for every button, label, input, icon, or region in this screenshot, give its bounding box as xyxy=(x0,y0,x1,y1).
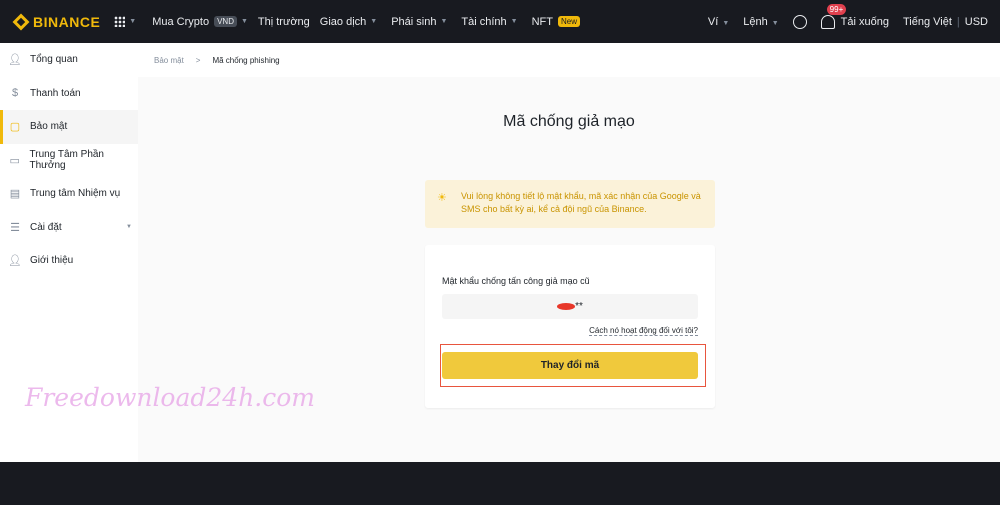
chevron-down-icon: ▼ xyxy=(240,18,248,25)
sidebar-label: Tổng quan xyxy=(30,54,78,66)
sidebar-label: Cài đặt xyxy=(30,221,62,233)
chevron-down-icon: ▼ xyxy=(722,19,730,27)
sidebar-item-referral[interactable]: 👤︎ Giới thiệu xyxy=(0,244,138,278)
redaction-mark xyxy=(557,302,576,310)
nav-label: Phái sinh xyxy=(391,15,437,28)
watermark: Freedownload24h.com xyxy=(25,383,316,412)
field-value: ** xyxy=(575,301,583,312)
download-link[interactable]: Tải xuống xyxy=(841,16,889,28)
sidebar-label: Trung Tâm Phần Thưởng xyxy=(29,149,104,172)
nav-trade[interactable]: Giao dịch ▼ xyxy=(320,16,377,28)
breadcrumb: Bảo mật > Mã chống phishing xyxy=(138,43,1000,77)
nav-nft[interactable]: NFT New xyxy=(532,16,580,28)
chevron-down-icon: ▼ xyxy=(440,18,448,25)
orders-label: Lệnh xyxy=(743,15,768,28)
breadcrumb-parent[interactable]: Bảo mật xyxy=(154,56,184,65)
divider: | xyxy=(956,15,960,28)
nav-label: Giao dịch xyxy=(319,15,367,28)
add-user-icon: 👤︎ xyxy=(8,255,22,268)
chevron-down-icon: ▼ xyxy=(129,18,137,25)
old-code-field: ** xyxy=(442,294,698,319)
chevron-down-icon: ▼ xyxy=(510,18,518,25)
breadcrumb-current: Mã chống phishing xyxy=(212,55,280,65)
dollar-icon: $ xyxy=(11,87,19,100)
user-icon: 👤︎ xyxy=(8,54,22,67)
chevron-down-icon: ▼ xyxy=(126,224,132,231)
sidebar-item-payment[interactable]: $ Thanh toán xyxy=(0,77,138,111)
currency-label: USD xyxy=(964,15,988,28)
ticket-icon: ▭ xyxy=(9,154,20,167)
wallet-label: Ví xyxy=(707,15,719,28)
binance-logo[interactable]: BINANCE xyxy=(12,13,101,30)
sidebar-item-security[interactable]: ▢ Bảo mật xyxy=(0,110,138,144)
sliders-icon: ☰ xyxy=(10,221,20,234)
apps-grid-icon[interactable] xyxy=(114,16,126,27)
nav-label: Tài chính xyxy=(461,15,507,28)
chevron-down-icon: ▼ xyxy=(370,18,378,25)
orders-menu[interactable]: Lệnh ▼ xyxy=(743,16,778,28)
sidebar-item-rewards[interactable]: ▭ Trung Tâm Phần Thưởng xyxy=(0,144,138,178)
binance-logo-icon xyxy=(12,13,30,30)
logo-text: BINANCE xyxy=(33,13,101,30)
nav-label: Thị trường xyxy=(257,15,310,28)
nav-label: Mua Crypto xyxy=(152,15,210,28)
notification-count: 99+ xyxy=(826,3,847,15)
lightbulb-icon: ☀ xyxy=(437,192,447,204)
sidebar-label: Giới thiệu xyxy=(30,255,74,267)
chevron-right-icon: > xyxy=(195,55,201,65)
clipboard-icon: ▤ xyxy=(9,188,21,201)
sidebar-item-tasks[interactable]: ▤ Trung tâm Nhiệm vụ xyxy=(0,177,138,211)
sidebar-label: Trung tâm Nhiệm vụ xyxy=(30,188,121,200)
bell-icon[interactable]: 99+ xyxy=(820,3,847,29)
change-code-button[interactable]: Thay đổi mã xyxy=(442,352,698,379)
page-title: Mã chống giả mạo xyxy=(503,113,635,130)
chevron-down-icon: ▼ xyxy=(771,19,779,27)
nav-derivatives[interactable]: Phái sinh ▼ xyxy=(391,16,447,28)
phishing-code-card: Mật khẩu chống tấn công giả mạo cũ ** Cá… xyxy=(425,245,715,408)
language-currency[interactable]: Tiếng Việt | USD xyxy=(903,16,988,28)
nav-finance[interactable]: Tài chính ▼ xyxy=(461,16,517,28)
sidebar-item-settings[interactable]: ☰ Cài đặt ▼ xyxy=(0,211,138,245)
nav-buy-crypto[interactable]: Mua Crypto VND ▼ xyxy=(152,16,248,28)
shield-icon: ▢ xyxy=(9,121,21,134)
sidebar-label: Thanh toán xyxy=(30,87,81,99)
warning-banner: ☀ Vui lòng không tiết lộ mật khẩu, mã xác… xyxy=(425,180,715,228)
new-badge: New xyxy=(557,16,580,27)
account-icon[interactable] xyxy=(792,14,807,29)
nav-label: NFT xyxy=(531,15,553,28)
field-label: Mật khẩu chống tấn công giả mạo cũ xyxy=(442,276,590,286)
warning-text: Vui lòng không tiết lộ mật khẩu, mã xác … xyxy=(461,191,701,214)
sidebar-label: Bảo mật xyxy=(30,121,68,133)
currency-badge: VND xyxy=(214,16,237,27)
how-it-works-link[interactable]: Cách nó hoạt động đối với tôi? xyxy=(589,326,698,336)
wallet-menu[interactable]: Ví ▼ xyxy=(708,16,729,28)
language-label: Tiếng Việt xyxy=(902,15,952,28)
top-nav: BINANCE ▼ Mua Crypto VND ▼ Thị trường Giao… xyxy=(0,0,1000,43)
sidebar-item-overview[interactable]: 👤︎ Tổng quan xyxy=(0,43,138,77)
nav-markets[interactable]: Thị trường xyxy=(258,16,310,28)
